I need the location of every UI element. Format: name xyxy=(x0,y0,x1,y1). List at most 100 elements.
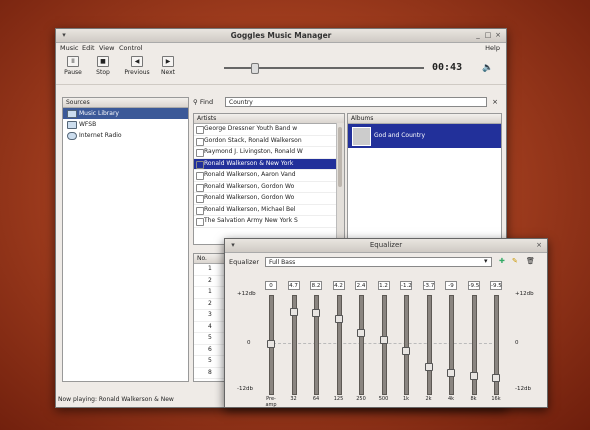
volume-icon[interactable]: 🔈 xyxy=(482,63,493,73)
title-bar[interactable]: ▾ Goggles Music Manager _ □ × xyxy=(56,29,506,43)
next-label: Next xyxy=(161,69,175,76)
band-value[interactable]: -3.7 xyxy=(422,281,435,290)
band-slider-track[interactable] xyxy=(381,295,387,395)
band-value[interactable]: 4.7 xyxy=(287,281,300,290)
band-value[interactable]: 8.2 xyxy=(310,281,322,290)
band-slider-track[interactable] xyxy=(426,295,432,395)
pause-label: Pause xyxy=(64,69,82,76)
edit-preset-icon[interactable]: ✎ xyxy=(512,257,518,265)
artists-scrollbar[interactable] xyxy=(336,123,344,244)
band-label: 8k xyxy=(470,396,477,402)
window-title: Goggles Music Manager xyxy=(230,31,332,40)
band-value[interactable]: 4.2 xyxy=(332,281,345,290)
artist-icon xyxy=(196,149,204,157)
maximize-button[interactable]: □ xyxy=(484,31,492,39)
band-slider-knob[interactable] xyxy=(492,374,500,383)
band-slider-track[interactable] xyxy=(336,295,342,395)
sources-header[interactable]: Sources xyxy=(63,98,188,108)
artist-row[interactable]: The Salvation Army New York S xyxy=(194,216,344,228)
artist-row[interactable]: Gordon Stack, Ronald Walkerson xyxy=(194,136,344,147)
artist-row[interactable]: Raymond J. Livingston, Ronald W xyxy=(194,147,344,159)
band-slider-knob[interactable] xyxy=(379,335,388,344)
db-bottom-right: -12db xyxy=(515,386,531,392)
stop-label: Stop xyxy=(96,69,110,76)
artist-label: Ronald Walkerson, Michael Bel xyxy=(204,205,296,213)
chevron-down-icon[interactable]: ▾ xyxy=(484,257,488,265)
band-slider-knob[interactable] xyxy=(334,314,343,323)
band-slider-knob[interactable] xyxy=(312,309,320,318)
artist-row[interactable]: Ronald Walkerson & New York xyxy=(194,158,344,170)
band-slider-track[interactable] xyxy=(359,295,364,395)
menu-help[interactable]: Help xyxy=(485,44,500,52)
equalizer-sliders: +12db 0 -12db +12db 0 -12db 0 Pre-amp 4.7 3… xyxy=(225,275,547,408)
band-label: 1k xyxy=(402,396,410,402)
artist-icon xyxy=(196,126,204,134)
close-button[interactable]: × xyxy=(494,31,502,39)
minimize-button[interactable]: _ xyxy=(474,31,482,39)
source-wfsb[interactable]: WFSB xyxy=(63,119,188,130)
time-display: 00:43 xyxy=(432,62,463,73)
band-value[interactable]: -9 xyxy=(445,281,457,290)
artist-row[interactable]: Ronald Walkerson, Gordon Wo xyxy=(194,182,344,193)
scroll-thumb[interactable] xyxy=(338,127,342,187)
equalizer-title-bar[interactable]: ▾ Equalizer × xyxy=(225,239,547,253)
albums-header[interactable]: Albums xyxy=(348,114,501,124)
band-value[interactable]: 0 xyxy=(265,281,277,290)
artist-row[interactable]: George Dressner Youth Band w xyxy=(194,124,344,136)
source-music-library[interactable]: Music Library xyxy=(63,108,188,119)
delete-preset-icon[interactable]: 🗑 xyxy=(526,257,535,265)
artist-row[interactable]: Ronald Walkerson, Gordon Wo xyxy=(194,193,344,205)
band-slider-track[interactable] xyxy=(449,295,454,395)
menu-music[interactable]: Music xyxy=(60,44,79,52)
menu-bar: Music Edit View Control Help xyxy=(56,43,506,54)
equalizer-label: Equalizer xyxy=(229,258,260,266)
library-icon xyxy=(67,110,77,118)
artist-row[interactable]: Ronald Walkerson, Aaron Vand xyxy=(194,170,344,182)
preset-select[interactable]: Full Bass xyxy=(265,257,492,267)
band-value[interactable]: 2.4 xyxy=(355,281,367,290)
album-item[interactable]: God and Country xyxy=(348,124,501,148)
band-value[interactable]: -9.5 xyxy=(490,281,502,290)
db-mid-right: 0 xyxy=(515,340,519,346)
source-label: Internet Radio xyxy=(79,132,122,139)
source-label: WFSB xyxy=(79,121,97,128)
previous-icon: ◀ xyxy=(131,56,143,67)
band-slider-knob[interactable] xyxy=(424,363,433,372)
next-button[interactable]: ▶ Next xyxy=(154,56,182,76)
artists-header[interactable]: Artists xyxy=(194,114,344,124)
pause-button[interactable]: II Pause xyxy=(59,56,87,76)
source-internet-radio[interactable]: Internet Radio xyxy=(63,130,188,141)
find-label-text: Find xyxy=(199,98,214,106)
album-cover-icon xyxy=(352,127,371,146)
band-value[interactable]: -1.2 xyxy=(400,281,412,290)
sources-panel: Sources Music Library WFSB Internet Radi… xyxy=(62,97,189,382)
stop-button[interactable]: ■ Stop xyxy=(89,56,117,76)
band-value[interactable]: -9.5 xyxy=(467,281,480,290)
menu-control[interactable]: Control xyxy=(119,44,143,52)
find-input[interactable]: Country xyxy=(225,97,487,107)
band-slider-knob[interactable] xyxy=(469,372,478,381)
artist-row[interactable]: Ronald Walkerson, Michael Bel xyxy=(194,205,344,216)
find-row: ⚲ Find Country × xyxy=(193,97,500,109)
artist-label: Ronald Walkerson, Gordon Wo xyxy=(204,194,295,201)
band-slider-knob[interactable] xyxy=(289,307,298,316)
previous-button[interactable]: ◀ Previous xyxy=(120,56,154,76)
add-preset-icon[interactable]: ✚ xyxy=(499,257,505,265)
artist-icon xyxy=(196,218,204,226)
search-icon: ⚲ xyxy=(193,98,198,106)
equalizer-close-button[interactable]: × xyxy=(535,241,543,249)
seek-thumb[interactable] xyxy=(251,63,259,74)
artist-label: Raymond J. Livingston, Ronald W xyxy=(204,148,303,155)
clear-find-icon[interactable]: × xyxy=(492,98,498,106)
band-slider-track[interactable] xyxy=(404,295,409,395)
band-value[interactable]: 1.2 xyxy=(377,281,390,290)
menu-edit[interactable]: Edit xyxy=(82,44,95,52)
menu-view[interactable]: View xyxy=(99,44,114,52)
band-slider-knob[interactable] xyxy=(447,368,455,377)
band-label: 2k xyxy=(425,396,432,402)
band-slider-knob[interactable] xyxy=(267,340,275,348)
band-slider-knob[interactable] xyxy=(357,329,365,338)
artist-icon xyxy=(196,183,204,192)
band-slider-knob[interactable] xyxy=(402,347,410,356)
band-label: 4k xyxy=(447,396,455,402)
